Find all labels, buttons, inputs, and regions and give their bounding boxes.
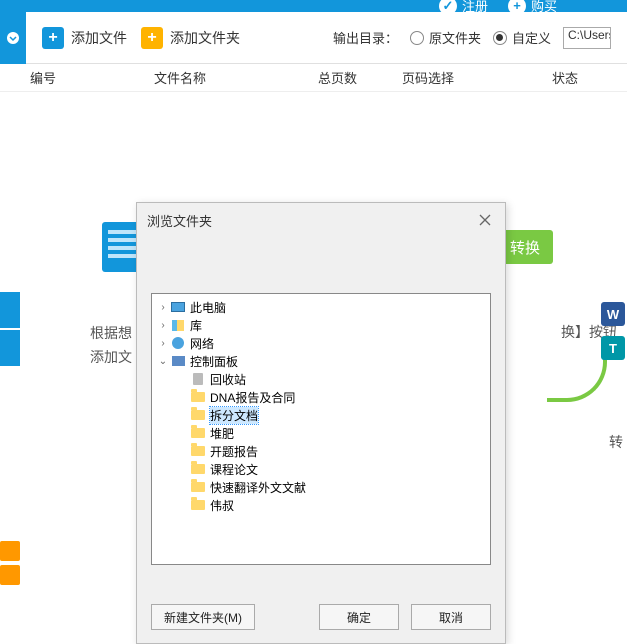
folder-icon (190, 409, 206, 422)
radio-custom-folder[interactable]: 自定义 (493, 28, 551, 47)
tree-node[interactable]: 快速翻译外文文献 (152, 478, 490, 496)
main-empty-area: 根据想 添加文 转换 换】按钮 W T 转 浏览文件夹 ›此电脑›库›网络⌄控制… (0, 92, 627, 585)
close-icon (479, 214, 491, 226)
col-index: 编号 (30, 68, 154, 87)
folder-icon (190, 481, 206, 494)
hint-line1: 根据想 (90, 322, 132, 346)
lib-icon (170, 319, 186, 332)
hint-line2: 添加文 (90, 346, 132, 370)
app-header-bar: ✓ 注册 + 购买 (0, 0, 627, 12)
side-tab[interactable] (0, 292, 20, 328)
add-folder-label: 添加文件夹 (170, 28, 240, 48)
expand-arrow-icon[interactable]: › (158, 338, 168, 349)
folder-tree[interactable]: ›此电脑›库›网络⌄控制面板回收站DNA报告及合同拆分文档堆肥开题报告课程论文快… (151, 293, 491, 565)
register-link[interactable]: ✓ 注册 (439, 0, 488, 15)
output-dir-label: 输出目录： (333, 28, 398, 47)
add-file-label: 添加文件 (71, 28, 127, 48)
radio-original-label: 原文件夹 (429, 28, 481, 47)
folder-icon (190, 445, 206, 458)
tree-node[interactable]: DNA报告及合同 (152, 388, 490, 406)
dialog-close-button[interactable] (475, 210, 495, 230)
folder-icon (190, 463, 206, 476)
tree-node-label: 堆肥 (210, 425, 234, 442)
user-icon: ✓ (439, 0, 457, 15)
tree-node[interactable]: › 网络 (152, 334, 490, 352)
tree-node-label: 拆分文档 (210, 407, 258, 424)
dialog-button-row: 新建文件夹(M) 确定 取消 (137, 591, 505, 643)
col-pages: 总页数 (318, 68, 402, 87)
tree-node[interactable]: 伟叔 (152, 496, 490, 514)
text-icon: T (601, 336, 625, 360)
word-icon: W (601, 302, 625, 326)
ok-button[interactable]: 确定 (319, 604, 399, 630)
expand-arrow-icon[interactable]: ⌄ (158, 356, 168, 367)
tree-node-label: 回收站 (210, 371, 246, 388)
side-tab[interactable] (0, 330, 20, 366)
bottom-left-icons (0, 541, 20, 585)
menu-dropdown-button[interactable] (0, 12, 26, 64)
table-header: 编号 文件名称 总页数 页码选择 状态 (0, 64, 627, 92)
col-page-range: 页码选择 (402, 68, 552, 87)
dialog-title: 浏览文件夹 (147, 211, 212, 230)
radio-icon-checked (493, 31, 507, 45)
tree-node[interactable]: ⌄ 控制面板 (152, 352, 490, 370)
tree-node[interactable]: 开题报告 (152, 442, 490, 460)
col-status: 状态 (552, 68, 612, 87)
new-folder-button[interactable]: 新建文件夹(M) (151, 604, 255, 630)
format-icons: W T (601, 302, 625, 360)
dialog-body: ›此电脑›库›网络⌄控制面板回收站DNA报告及合同拆分文档堆肥开题报告课程论文快… (137, 237, 505, 591)
tree-node[interactable]: › 此电脑 (152, 298, 490, 316)
output-dir-section: 输出目录： 原文件夹 自定义 C:\Users\ (333, 27, 611, 49)
pc-icon (170, 301, 186, 314)
expand-arrow-icon[interactable]: › (158, 302, 168, 313)
tree-node-label: 网络 (190, 335, 214, 352)
tree-node[interactable]: 堆肥 (152, 424, 490, 442)
tree-node-label: 控制面板 (190, 353, 238, 370)
tree-node-label: 此电脑 (190, 299, 226, 316)
right-label: 转 (609, 432, 623, 452)
add-folder-icon: + (141, 27, 163, 49)
browse-folder-dialog: 浏览文件夹 ›此电脑›库›网络⌄控制面板回收站DNA报告及合同拆分文档堆肥开题报… (136, 202, 506, 644)
chevron-down-icon (6, 31, 20, 45)
recycle-icon (190, 373, 206, 386)
add-file-button[interactable]: + 添加文件 (42, 27, 127, 49)
header-actions: ✓ 注册 + 购买 (439, 0, 557, 15)
output-path-input[interactable]: C:\Users\ (563, 27, 611, 49)
add-folder-button[interactable]: + 添加文件夹 (141, 27, 240, 49)
buy-label: 购买 (531, 0, 557, 15)
arrow-decoration (547, 342, 607, 402)
mini-icon[interactable] (0, 565, 20, 585)
folder-icon (190, 391, 206, 404)
toolbar: + 添加文件 + 添加文件夹 输出目录： 原文件夹 自定义 C:\Users\ (0, 12, 627, 64)
tree-node-label: 库 (190, 317, 202, 334)
net-icon (170, 337, 186, 350)
panel-icon (170, 355, 186, 368)
hint-text-left: 根据想 添加文 (90, 322, 132, 370)
tree-node[interactable]: 拆分文档 (152, 406, 490, 424)
tree-node[interactable]: 回收站 (152, 370, 490, 388)
folder-icon (190, 427, 206, 440)
buy-link[interactable]: + 购买 (508, 0, 557, 15)
radio-custom-label: 自定义 (512, 28, 551, 47)
tree-node-label: DNA报告及合同 (210, 389, 295, 406)
tree-node-label: 课程论文 (210, 461, 258, 478)
mini-icon[interactable] (0, 541, 20, 561)
tree-node[interactable]: 课程论文 (152, 460, 490, 478)
register-label: 注册 (462, 0, 488, 15)
add-file-icon: + (42, 27, 64, 49)
cancel-button[interactable]: 取消 (411, 604, 491, 630)
col-filename: 文件名称 (154, 68, 318, 87)
tree-node-label: 伟叔 (210, 497, 234, 514)
tree-node[interactable]: ›库 (152, 316, 490, 334)
tree-node-label: 快速翻译外文文献 (210, 479, 306, 496)
dialog-titlebar: 浏览文件夹 (137, 203, 505, 237)
expand-arrow-icon[interactable]: › (158, 320, 168, 331)
plus-icon: + (508, 0, 526, 15)
folder-icon (190, 499, 206, 512)
radio-original-folder[interactable]: 原文件夹 (410, 28, 481, 47)
tree-node-label: 开题报告 (210, 443, 258, 460)
side-tabs (0, 292, 20, 366)
radio-icon (410, 31, 424, 45)
